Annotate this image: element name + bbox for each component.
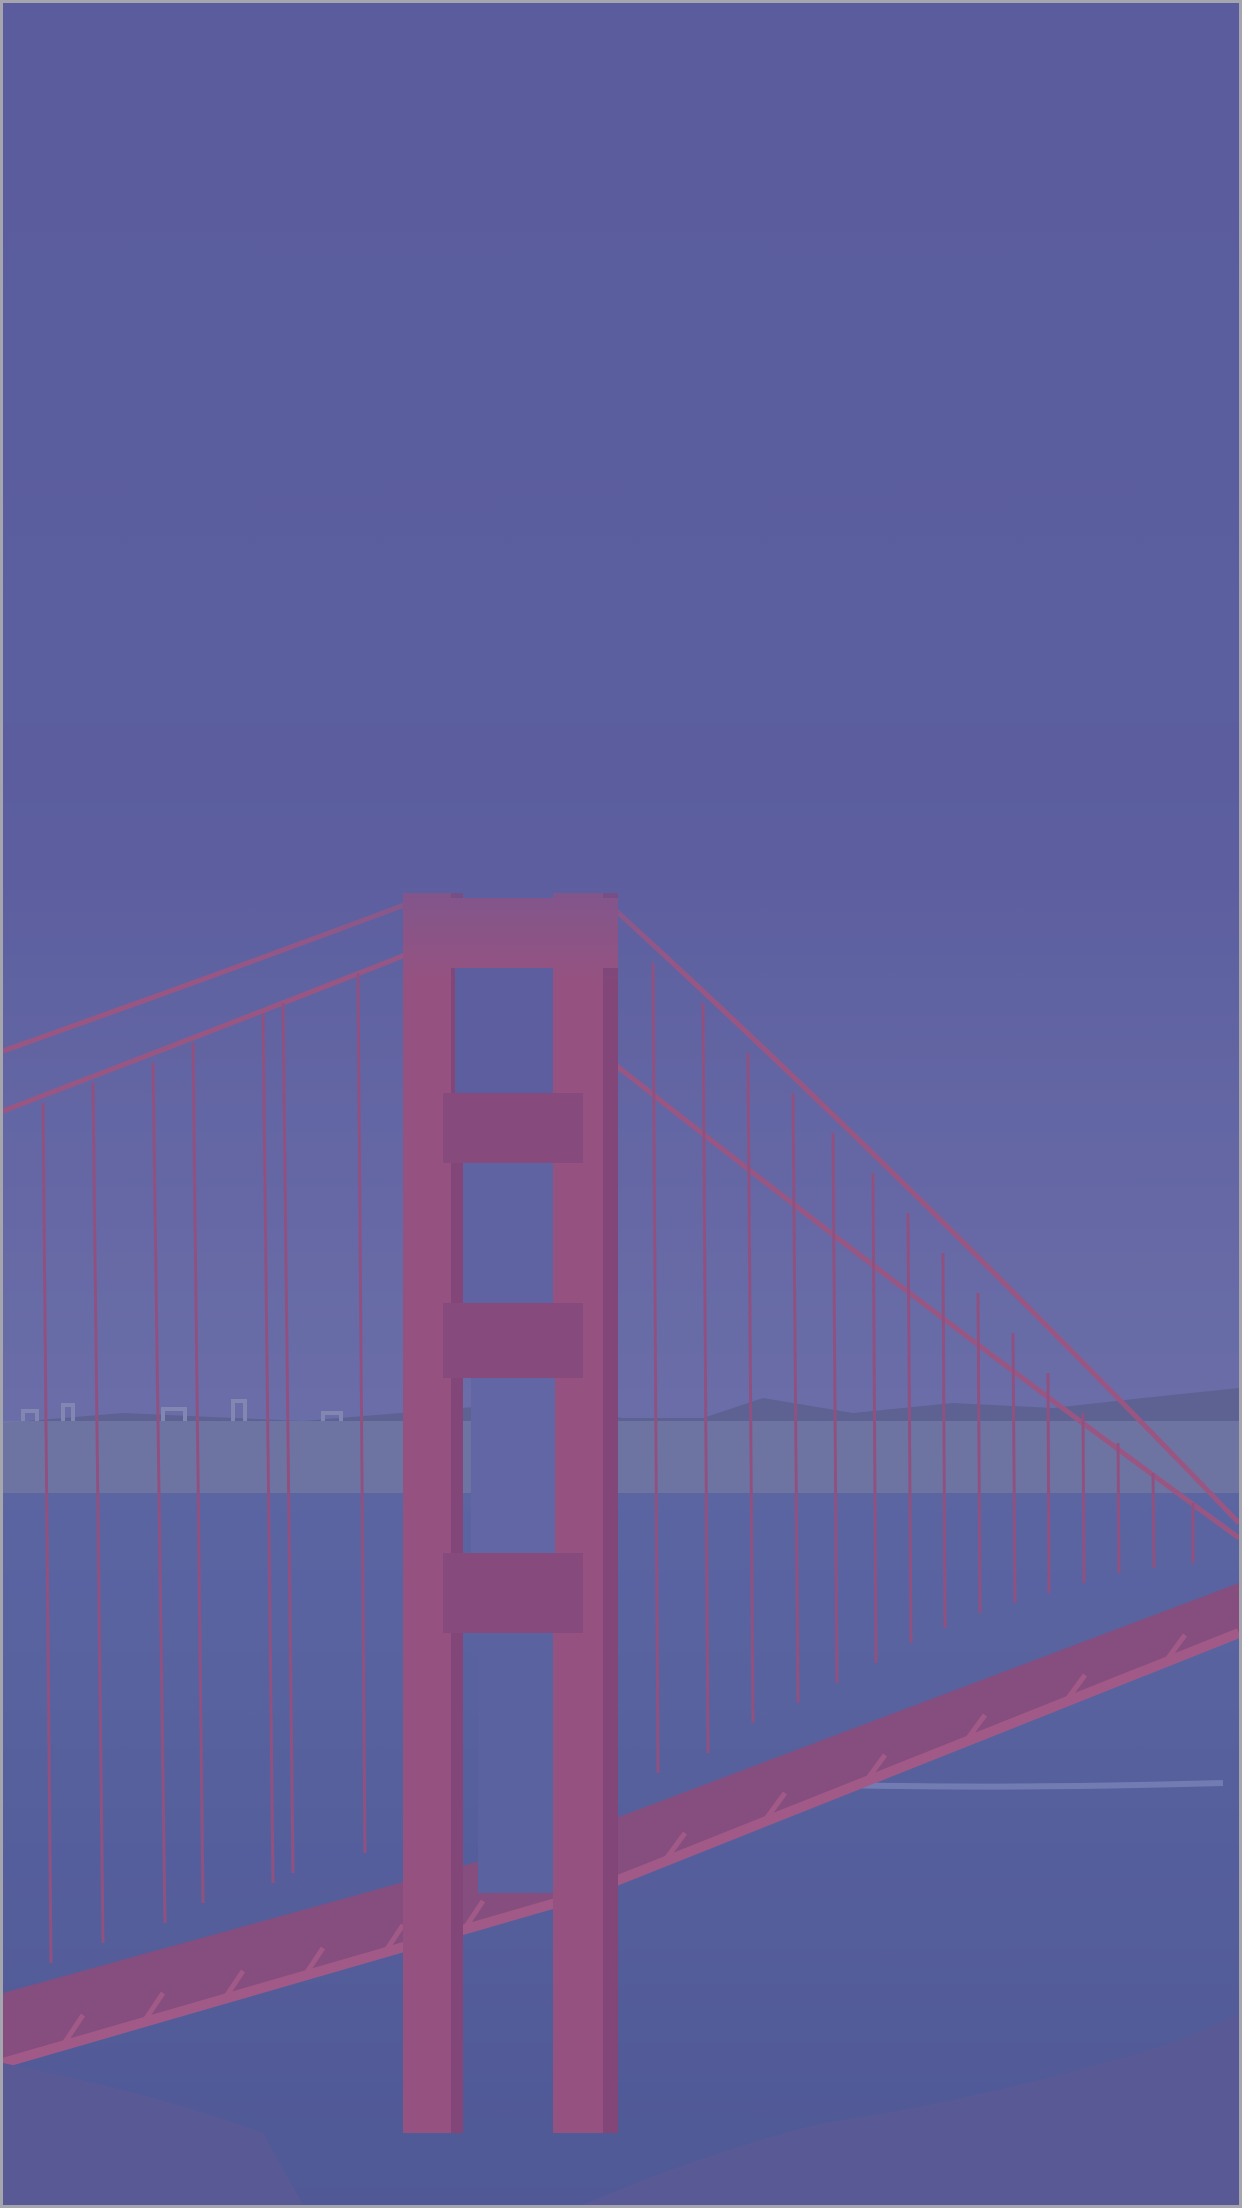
tint-overlay xyxy=(3,3,1239,2205)
splash-screen xyxy=(0,0,1242,2208)
bridge-background-image xyxy=(3,3,1239,2205)
